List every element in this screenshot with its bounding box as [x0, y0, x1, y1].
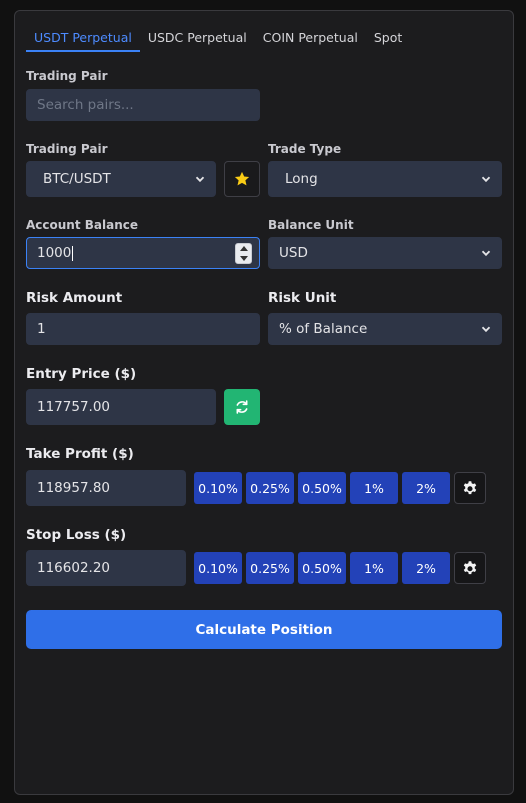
tab-usdt-perpetual[interactable]: USDT Perpetual: [26, 29, 140, 52]
trade-type-select[interactable]: Long: [268, 161, 502, 197]
entry-price-label: Entry Price ($): [26, 366, 137, 382]
risk-amount-input[interactable]: 1: [26, 313, 260, 345]
calculator-panel: USDT Perpetual USDC Perpetual COIN Perpe…: [14, 10, 514, 795]
favorite-button[interactable]: [224, 161, 260, 197]
account-balance-input[interactable]: 1000: [26, 237, 260, 269]
tab-coin-perpetual[interactable]: COIN Perpetual: [255, 29, 366, 52]
take-profit-preset-button[interactable]: 2%: [402, 472, 450, 504]
stop-loss-preset-button[interactable]: 2%: [402, 552, 450, 584]
spinner-down-icon[interactable]: [239, 255, 248, 261]
balance-unit-value: USD: [279, 245, 308, 261]
risk-amount-label: Risk Amount: [26, 290, 123, 306]
balance-unit-select[interactable]: USD: [268, 237, 502, 269]
take-profit-preset-button[interactable]: 0.25%: [246, 472, 294, 504]
take-profit-settings-button[interactable]: [454, 472, 486, 504]
calculate-position-button[interactable]: Calculate Position: [26, 610, 502, 649]
stop-loss-label: Stop Loss ($): [26, 527, 127, 543]
trading-pair-value: BTC/USDT: [43, 171, 111, 187]
trading-pair-label: Trading Pair: [26, 142, 108, 156]
spinner-up-icon[interactable]: [239, 246, 248, 252]
chevron-down-icon: [481, 250, 491, 257]
entry-price-input[interactable]: 117757.00: [26, 389, 216, 425]
take-profit-preset-button[interactable]: 0.50%: [298, 472, 346, 504]
stop-loss-preset-button[interactable]: 0.50%: [298, 552, 346, 584]
gear-icon: [463, 481, 477, 495]
search-input[interactable]: Search pairs...: [26, 89, 260, 121]
account-balance-value: 1000: [37, 245, 72, 261]
tab-usdc-perpetual[interactable]: USDC Perpetual: [140, 29, 255, 52]
take-profit-label: Take Profit ($): [26, 446, 134, 462]
trade-type-label: Trade Type: [268, 142, 342, 156]
tab-spot[interactable]: Spot: [366, 29, 410, 52]
risk-unit-label: Risk Unit: [268, 290, 337, 306]
trading-pair-select[interactable]: BTC/USDT: [26, 161, 216, 197]
star-icon: [234, 171, 250, 186]
stop-loss-preset-button[interactable]: 0.10%: [194, 552, 242, 584]
stop-loss-preset-button[interactable]: 1%: [350, 552, 398, 584]
take-profit-preset-button[interactable]: 0.10%: [194, 472, 242, 504]
account-balance-label: Account Balance: [26, 218, 139, 232]
gear-icon: [463, 561, 477, 575]
chevron-down-icon: [481, 326, 491, 333]
stop-loss-input[interactable]: 116602.20: [26, 550, 186, 586]
chevron-down-icon: [481, 176, 491, 183]
take-profit-input[interactable]: 118957.80: [26, 470, 186, 506]
risk-unit-value: % of Balance: [279, 321, 368, 337]
risk-unit-select[interactable]: % of Balance: [268, 313, 502, 345]
search-label: Trading Pair: [26, 69, 108, 83]
text-caret: [72, 245, 74, 261]
market-tabs: USDT Perpetual USDC Perpetual COIN Perpe…: [26, 29, 410, 52]
refresh-price-button[interactable]: [224, 389, 260, 425]
balance-unit-label: Balance Unit: [268, 218, 354, 232]
stop-loss-preset-button[interactable]: 0.25%: [246, 552, 294, 584]
take-profit-preset-button[interactable]: 1%: [350, 472, 398, 504]
trade-type-value: Long: [285, 171, 318, 187]
stop-loss-settings-button[interactable]: [454, 552, 486, 584]
number-spinner[interactable]: [235, 243, 252, 264]
chevron-down-icon: [195, 176, 205, 183]
refresh-icon: [236, 400, 248, 414]
